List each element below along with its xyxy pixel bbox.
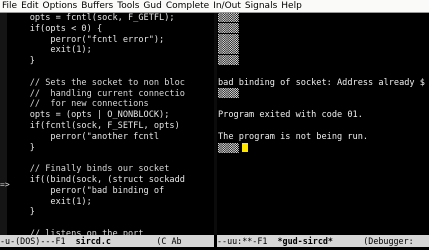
debugger-output-line — [218, 121, 429, 132]
mode-line-left-suffix: (C Ab — [110, 236, 182, 246]
mode-line-left[interactable]: -u-(DOS)---F1 sircd.c (C Ab — [0, 235, 214, 247]
gdb-prompt-line: ▒▒▒▒ — [218, 142, 429, 154]
source-line: perror("another fcntl — [9, 131, 165, 142]
line-text: Program exited with code 01. — [218, 110, 363, 121]
source-line: exit(1); — [9, 45, 92, 56]
line-text: The program is not being run. — [218, 131, 369, 142]
gdb-prompt-line: ▒▒▒▒ — [218, 13, 429, 24]
debugger-output-line: Program exited with code 01. — [218, 110, 429, 121]
gdb-prompt-line: ▒▒▒▒ — [218, 56, 429, 67]
source-line: // handling current connectio — [9, 88, 185, 99]
menu-item-gud[interactable]: Gud — [141, 1, 163, 11]
source-line: exit(1); — [9, 196, 92, 207]
source-line — [9, 153, 214, 164]
mode-line-right[interactable]: --uu:**-F1 *gud-sircd* (Debugger: — [217, 235, 429, 247]
menu-item-options[interactable]: Options — [41, 1, 80, 11]
source-editor-pane[interactable]: opts = fcntl(sock, F_GETFL); if(opts < 0… — [0, 13, 214, 235]
debugger-output-line — [218, 99, 429, 110]
debugger-output-line: The program is not being run. — [218, 132, 429, 143]
gdb-prompt-line: ▒▒▒▒ — [218, 89, 429, 100]
menu-item-buffers[interactable]: Buffers — [79, 1, 115, 11]
debugger-output-line: bad binding of socket: Address already $ — [218, 78, 429, 89]
line-text: ▒▒▒▒ — [218, 56, 239, 67]
debugger-output-lines: ▒▒▒▒ ▒▒▒▒ ▒▒▒▒ ▒▒▒▒ ▒▒▒▒ bad binding of socke… — [218, 13, 429, 154]
mode-line-left-prefix: -u-(DOS)---F1 — [0, 236, 76, 246]
source-line: } — [9, 142, 35, 153]
source-line: opts = fcntl(sock, F_GETFL); — [9, 13, 175, 23]
debugger-output-line — [218, 67, 429, 78]
line-text: ▒▒▒▒ — [218, 88, 239, 99]
source-line: // for new connections — [9, 99, 149, 110]
emacs-window: File Edit Options Buffers Tools Gud Complete In… — [0, 0, 429, 250]
line-text: ▒▒▒▒ — [218, 45, 239, 56]
line-text: ▒▒▒▒ — [218, 13, 239, 23]
source-line — [9, 218, 214, 229]
source-line: if(opts < 0) { — [9, 23, 103, 34]
buffer-name-gud-sircd[interactable]: *gud-sircd* — [278, 236, 333, 246]
menu-bar: File Edit Options Buffers Tools Gud Complete In… — [0, 0, 429, 13]
mode-line-right-prefix: --uu:**-F1 — [217, 236, 278, 246]
source-line: } — [9, 207, 35, 218]
line-text: ▒▒▒▒ — [218, 23, 239, 34]
menu-item-help[interactable]: Help — [279, 1, 304, 11]
line-text: ▒▒▒▒ — [218, 143, 239, 154]
source-line: if(fcntl(sock, F_SETFL, opts) — [9, 120, 185, 131]
gdb-prompt-line: ▒▒▒▒ — [218, 24, 429, 35]
current-line-arrow-indicator: => — [0, 180, 10, 189]
source-line: perror("bad binding of — [9, 185, 165, 196]
buffer-name-sircd-c[interactable]: sircd.c — [76, 236, 111, 246]
gud-debugger-pane[interactable]: ▒▒▒▒ ▒▒▒▒ ▒▒▒▒ ▒▒▒▒ ▒▒▒▒ bad binding of socke… — [217, 13, 429, 235]
gdb-prompt-line: ▒▒▒▒ — [218, 45, 429, 56]
mode-line-right-suffix: (Debugger: — [332, 236, 414, 246]
source-line — [9, 67, 214, 78]
source-line: if((bind(sock, (struct sockadd — [9, 174, 185, 185]
source-line: opts = (opts | O_NONBLOCK); — [9, 110, 170, 121]
menu-item-edit[interactable]: Edit — [19, 1, 40, 11]
source-line: // Sets the socket to non bloc — [9, 77, 185, 88]
menu-item-signals[interactable]: Signals — [243, 1, 279, 11]
menu-item-in-out[interactable]: In/Out — [211, 1, 243, 11]
source-line: } — [9, 56, 35, 67]
line-text: ▒▒▒▒ — [218, 34, 239, 45]
text-cursor — [241, 142, 248, 152]
line-text: bad binding of socket: Address already $ — [218, 77, 425, 88]
source-line: perror("fcntl error"); — [9, 34, 165, 45]
source-line: // Finally binds our socket — [9, 164, 170, 175]
gdb-prompt-line: ▒▒▒▒ — [218, 35, 429, 46]
source-code-lines: opts = fcntl(sock, F_GETFL); if(opts < 0… — [9, 13, 214, 235]
menu-item-file[interactable]: File — [0, 1, 19, 11]
left-fringe — [0, 13, 7, 235]
menu-item-complete[interactable]: Complete — [164, 1, 211, 11]
menu-item-tools[interactable]: Tools — [115, 1, 141, 11]
